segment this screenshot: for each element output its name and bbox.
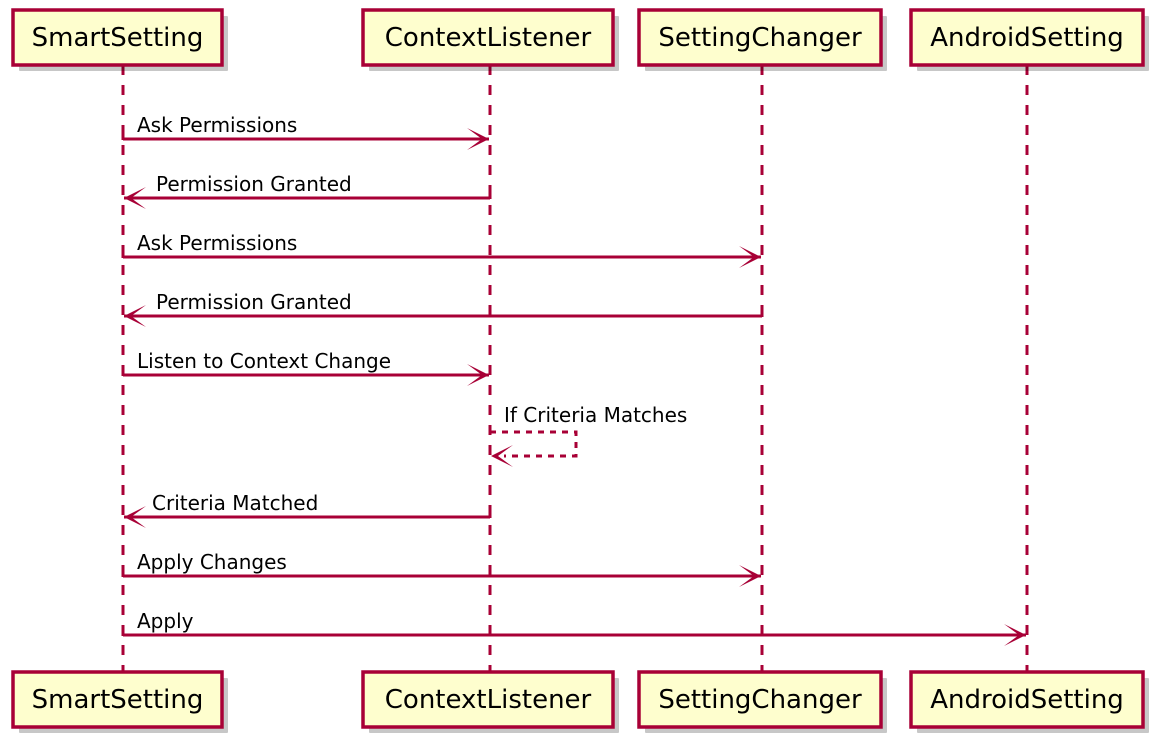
message-5[interactable]: Listen to Context Change xyxy=(121,349,489,386)
message-label: Ask Permissions xyxy=(137,231,297,255)
participant-smartsetting-top[interactable]: SmartSetting xyxy=(11,8,228,71)
sequence-diagram-canvas: Ask Permissions Permission Granted Ask Per… xyxy=(0,0,1163,749)
participant-contextlistener-top[interactable]: ContextListener xyxy=(361,8,619,71)
message-9[interactable]: Apply xyxy=(121,609,1026,646)
message-label: Listen to Context Change xyxy=(137,349,391,373)
participant-androidsetting-bottom[interactable]: AndroidSetting xyxy=(909,670,1149,733)
participant-label-settingchanger: SettingChanger xyxy=(658,685,862,715)
message-label: If Criteria Matches xyxy=(504,403,687,427)
messages-layer: Ask Permissions Permission Granted Ask Per… xyxy=(121,113,1026,646)
arrowhead xyxy=(491,445,513,467)
participant-androidsetting-top[interactable]: AndroidSetting xyxy=(909,8,1149,71)
message-label: Criteria Matched xyxy=(152,491,318,515)
message-label: Permission Granted xyxy=(156,172,352,196)
participant-label-contextlistener: ContextListener xyxy=(385,23,592,53)
participant-smartsetting-bottom[interactable]: SmartSetting xyxy=(11,670,228,733)
message-4[interactable]: Permission Granted xyxy=(124,290,764,327)
message-label: Permission Granted xyxy=(156,290,352,314)
participant-label-contextlistener: ContextListener xyxy=(385,685,592,715)
message-6[interactable]: If Criteria Matches xyxy=(490,403,687,467)
sequence-diagram-svg: Ask Permissions Permission Granted Ask Per… xyxy=(11,8,1149,733)
message-1[interactable]: Ask Permissions xyxy=(121,113,489,150)
message-2[interactable]: Permission Granted xyxy=(124,172,492,209)
participant-contextlistener-bottom[interactable]: ContextListener xyxy=(361,670,619,733)
participant-label-androidsetting: AndroidSetting xyxy=(930,685,1124,715)
participant-label-settingchanger: SettingChanger xyxy=(658,23,862,53)
participant-settingchanger-bottom[interactable]: SettingChanger xyxy=(637,670,887,733)
message-label: Ask Permissions xyxy=(137,113,297,137)
participant-label-smartsetting: SmartSetting xyxy=(32,685,204,715)
participant-label-smartsetting: SmartSetting xyxy=(32,23,204,53)
message-8[interactable]: Apply Changes xyxy=(121,550,761,587)
message-3[interactable]: Ask Permissions xyxy=(121,231,761,268)
message-7[interactable]: Criteria Matched xyxy=(124,491,492,528)
message-label: Apply Changes xyxy=(137,550,287,574)
message-label: Apply xyxy=(137,609,194,633)
participant-label-androidsetting: AndroidSetting xyxy=(930,23,1124,53)
participant-settingchanger-top[interactable]: SettingChanger xyxy=(637,8,887,71)
